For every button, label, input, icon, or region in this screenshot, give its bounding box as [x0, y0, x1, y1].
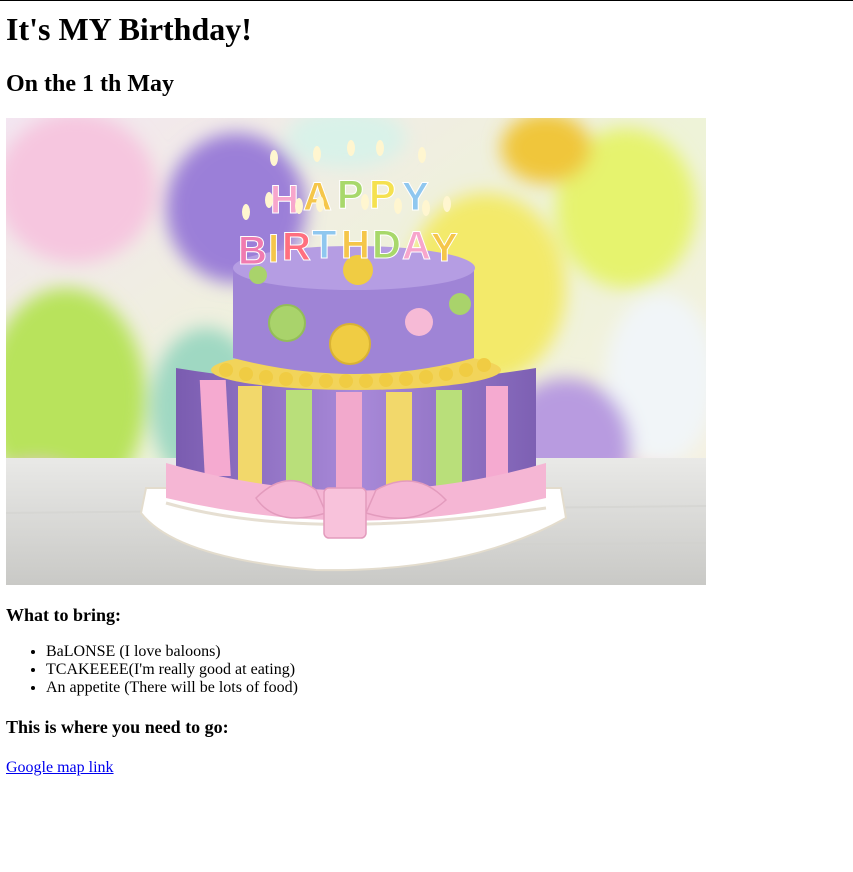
list-item: An appetite (There will be lots of food): [46, 679, 847, 697]
page-subtitle: On the 1 th May: [6, 71, 174, 97]
svg-text:P: P: [369, 173, 396, 217]
svg-text:H: H: [341, 223, 370, 267]
svg-text:P: P: [337, 173, 364, 217]
google-map-link[interactable]: Google map link: [6, 759, 114, 776]
svg-text:D: D: [372, 223, 401, 267]
location-heading: This is where you need to go:: [6, 717, 229, 737]
svg-text:I: I: [268, 227, 279, 271]
svg-text:A: A: [303, 175, 332, 219]
svg-text:Y: Y: [431, 226, 458, 270]
page-title: It's MY Birthday!: [6, 11, 252, 47]
list-item: TCAKEEEE(I'm really good at eating): [46, 661, 847, 679]
birthday-cake-image: H A P P Y B I R T H D A Y: [6, 118, 706, 585]
svg-text:T: T: [312, 223, 336, 267]
map-link-paragraph: Google map link: [6, 759, 847, 777]
svg-text:A: A: [402, 224, 431, 268]
svg-text:H: H: [270, 178, 299, 222]
svg-text:B: B: [238, 229, 267, 273]
bring-list: BaLONSE (I love baloons) TCAKEEEE(I'm re…: [6, 643, 847, 697]
what-to-bring-heading: What to bring:: [6, 605, 122, 625]
list-item: BaLONSE (I love baloons): [46, 643, 847, 661]
svg-text:R: R: [282, 225, 311, 269]
page: It's MY Birthday! On the 1 th May H A P …: [0, 0, 853, 872]
